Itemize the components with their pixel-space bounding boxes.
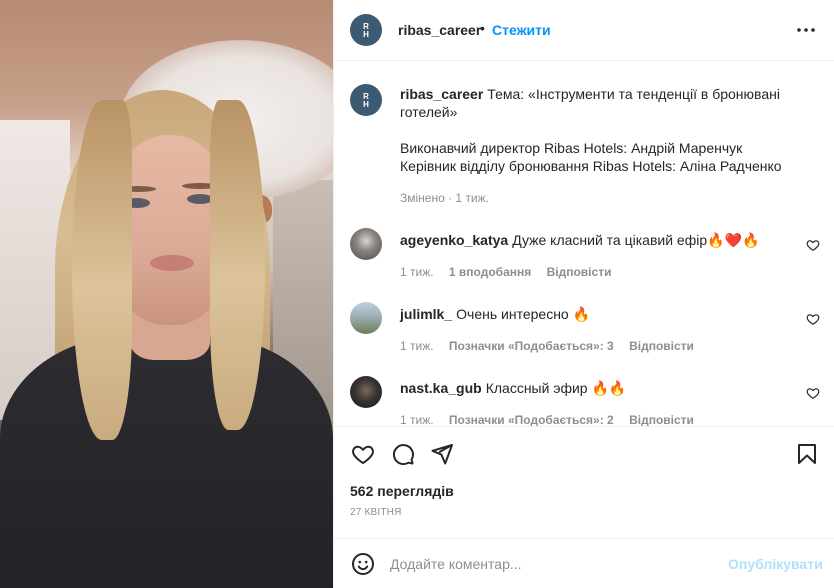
post-date: 27 КВІТНЯ — [350, 507, 402, 518]
like-comment-icon[interactable] — [806, 386, 820, 400]
comment-meta: 1 тиж. Позначки «Подобається»: 2 Відпові… — [400, 413, 706, 426]
caption-username[interactable]: ribas_career — [400, 86, 483, 102]
lips — [150, 255, 194, 271]
send-paper-plane-icon — [431, 444, 453, 465]
hair-strand-left — [72, 100, 132, 440]
more-options-button[interactable] — [792, 16, 820, 44]
shirt — [0, 335, 333, 588]
emoji-smile-icon — [352, 553, 374, 575]
like-comment-icon[interactable] — [806, 312, 820, 326]
comment-likes[interactable]: Позначки «Подобається»: 3 — [449, 339, 614, 353]
comment-time: 1 тиж. — [400, 265, 434, 279]
view-count[interactable]: 562 переглядів — [350, 483, 454, 499]
ribas-logo-icon: R H — [356, 20, 376, 40]
follow-button[interactable]: Стежити — [492, 22, 551, 38]
comment-username[interactable]: julimlk_ — [400, 306, 452, 322]
comment-button[interactable] — [390, 441, 416, 467]
emoji-button[interactable] — [350, 551, 376, 577]
comment-body: Дуже класний та цікавий ефір🔥❤️🔥 — [512, 232, 760, 248]
comment-username[interactable]: ageyenko_katya — [400, 232, 508, 248]
publish-comment-button[interactable]: Опублікувати — [728, 556, 823, 572]
comment-time: 1 тиж. — [400, 339, 434, 353]
comment-username[interactable]: nast.ka_gub — [400, 380, 482, 396]
bookmark-icon — [798, 444, 816, 464]
comment-likes[interactable]: 1 вподобання — [449, 265, 531, 279]
post-header: R H ribas_career • Стежити — [334, 0, 834, 61]
reply-button[interactable]: Відповісти — [547, 265, 612, 279]
comment-input[interactable] — [390, 553, 710, 575]
comment-item: julimlk_ Очень интересно 🔥 1 тиж. Позначк… — [334, 302, 834, 376]
post-caption: ribas_career Тема: «Інструменти та тенден… — [400, 85, 810, 175]
like-comment-icon[interactable] — [806, 238, 820, 252]
comment-body: Очень интересно 🔥 — [456, 306, 591, 322]
comment-composer: Опублікувати — [334, 538, 834, 588]
heart-icon — [352, 445, 374, 464]
reply-button[interactable]: Відповісти — [629, 339, 694, 353]
comment-meta: 1 тиж. Позначки «Подобається»: 3 Відпові… — [400, 339, 706, 353]
save-button[interactable] — [794, 441, 820, 467]
comment-time: 1 тиж. — [400, 413, 434, 426]
share-button[interactable] — [429, 441, 455, 467]
caption-line-director: Виконавчий директор Ribas Hotels: Андрій… — [400, 140, 743, 156]
commenter-avatar[interactable] — [350, 302, 382, 334]
like-button[interactable] — [350, 441, 376, 467]
svg-text:H: H — [363, 100, 369, 109]
comment-text-row: ageyenko_katya Дуже класний та цікавий еф… — [400, 232, 759, 249]
caption-meta: Змінено · 1 тиж. — [400, 191, 489, 205]
separator-dot: • — [480, 20, 485, 36]
post-actions — [334, 426, 834, 480]
commenter-avatar[interactable] — [350, 376, 382, 408]
caption-avatar[interactable]: R H — [350, 84, 382, 116]
caption-line-head: Керівник відділу бронювання Ribas Hotels… — [400, 158, 782, 174]
svg-text:H: H — [363, 30, 369, 39]
comment-meta: 1 тиж. 1 вподобання Відповісти — [400, 265, 623, 279]
commenter-avatar[interactable] — [350, 228, 382, 260]
comment-likes[interactable]: Позначки «Подобається»: 2 — [449, 413, 614, 426]
profile-avatar[interactable]: R H — [350, 14, 382, 46]
reply-button[interactable]: Відповісти — [629, 413, 694, 426]
comments-section[interactable]: R H ribas_career Тема: «Інструменти та те… — [334, 62, 834, 426]
comment-bubble-icon — [392, 444, 414, 466]
comment-item: ageyenko_katya Дуже класний та цікавий еф… — [334, 228, 834, 302]
hair-strand-right — [210, 100, 265, 430]
post-panel: R H ribas_career • Стежити R H ribas_car… — [333, 0, 834, 588]
comment-text-row: julimlk_ Очень интересно 🔥 — [400, 306, 590, 323]
more-horizontal-icon — [797, 28, 815, 32]
account-username[interactable]: ribas_career — [398, 22, 481, 38]
comment-item: nast.ka_gub Классный эфир 🔥🔥 1 тиж. Позна… — [334, 376, 834, 426]
ribas-logo-icon: R H — [356, 90, 376, 110]
comment-text-row: nast.ka_gub Классный эфир 🔥🔥 — [400, 380, 626, 397]
comment-body: Классный эфир 🔥🔥 — [485, 380, 627, 396]
post-media[interactable] — [0, 0, 333, 588]
